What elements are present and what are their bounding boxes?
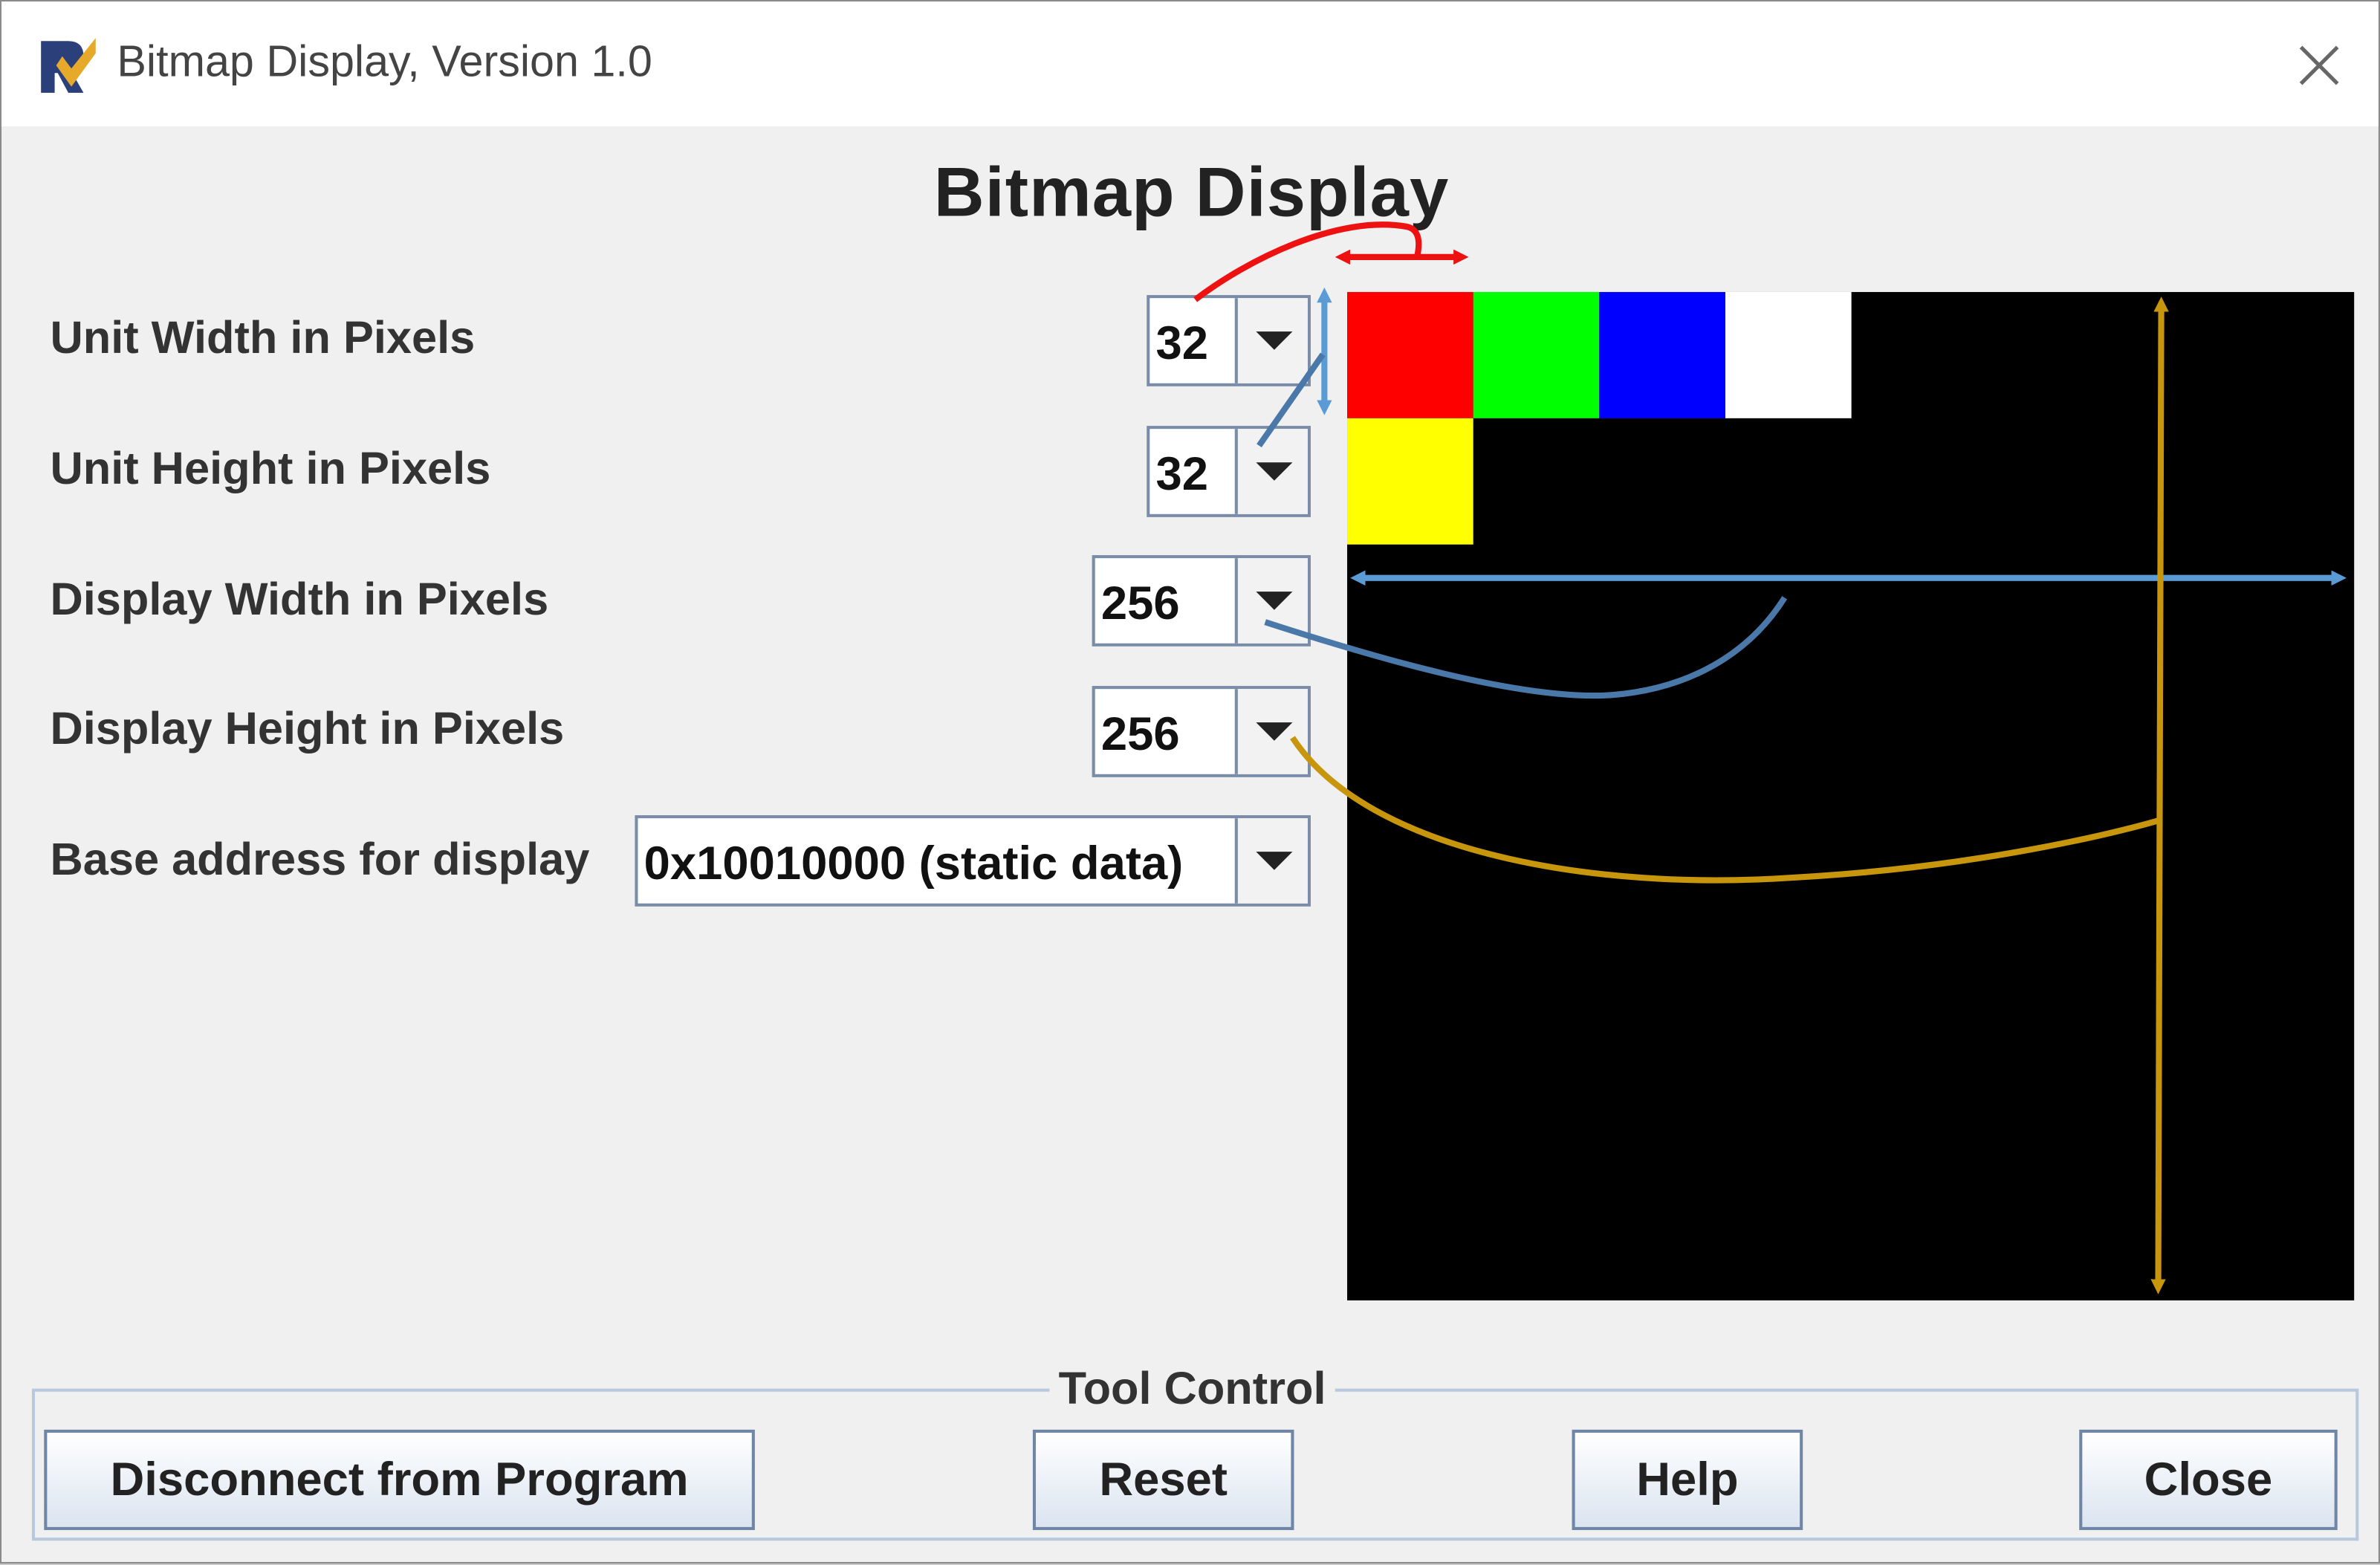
display-width-select[interactable]: 256: [1092, 555, 1311, 647]
unit-yellow: [1347, 418, 1473, 545]
chevron-down-icon[interactable]: [1234, 689, 1308, 774]
unit-width-select[interactable]: 32: [1147, 295, 1311, 386]
base-address-label: Base address for display: [50, 835, 590, 886]
display-height-select[interactable]: 256: [1092, 686, 1311, 777]
help-button[interactable]: Help: [1572, 1429, 1803, 1530]
tool-control-legend: Tool Control: [1049, 1364, 1335, 1416]
title-bar[interactable]: Bitmap Display, Version 1.0: [1, 1, 2379, 126]
unit-width-connector: [1193, 221, 1422, 302]
base-address-select[interactable]: 0x10010000 (static data): [635, 815, 1311, 907]
display-height-label: Display Height in Pixels: [50, 704, 565, 755]
close-button[interactable]: Close: [2079, 1429, 2338, 1530]
chevron-down-icon[interactable]: [1234, 558, 1308, 644]
chevron-down-icon[interactable]: [1234, 818, 1308, 904]
page-heading: Bitmap Display: [933, 152, 1450, 232]
chevron-down-icon[interactable]: [1234, 298, 1308, 383]
rars-app-icon: [38, 35, 99, 96]
unit-white: [1725, 291, 1851, 418]
unit-height-select[interactable]: 32: [1147, 426, 1311, 517]
unit-width-label: Unit Width in Pixels: [50, 313, 476, 364]
bitmap-display-area: [1347, 291, 2355, 1300]
unit-blue: [1598, 291, 1725, 418]
unit-height-value: 32: [1155, 447, 1208, 501]
close-icon[interactable]: [2289, 35, 2350, 96]
display-height-value: 256: [1100, 707, 1180, 761]
base-address-value: 0x10010000 (static data): [643, 836, 1184, 890]
window-title: Bitmap Display, Version 1.0: [117, 38, 652, 87]
unit-width-value: 32: [1155, 316, 1208, 370]
chevron-down-icon[interactable]: [1234, 429, 1308, 514]
unit-red: [1347, 291, 1473, 418]
display-width-value: 256: [1100, 576, 1180, 630]
reset-button[interactable]: Reset: [1032, 1429, 1294, 1530]
unit-height-label: Unit Height in Pixels: [50, 444, 491, 495]
disconnect-button[interactable]: Disconnect from Program: [44, 1429, 755, 1530]
bitmap-display-window: Bitmap Display, Version 1.0 Bitmap Displ…: [0, 0, 2380, 1564]
display-width-label: Display Width in Pixels: [50, 574, 549, 626]
unit-green: [1473, 291, 1599, 418]
